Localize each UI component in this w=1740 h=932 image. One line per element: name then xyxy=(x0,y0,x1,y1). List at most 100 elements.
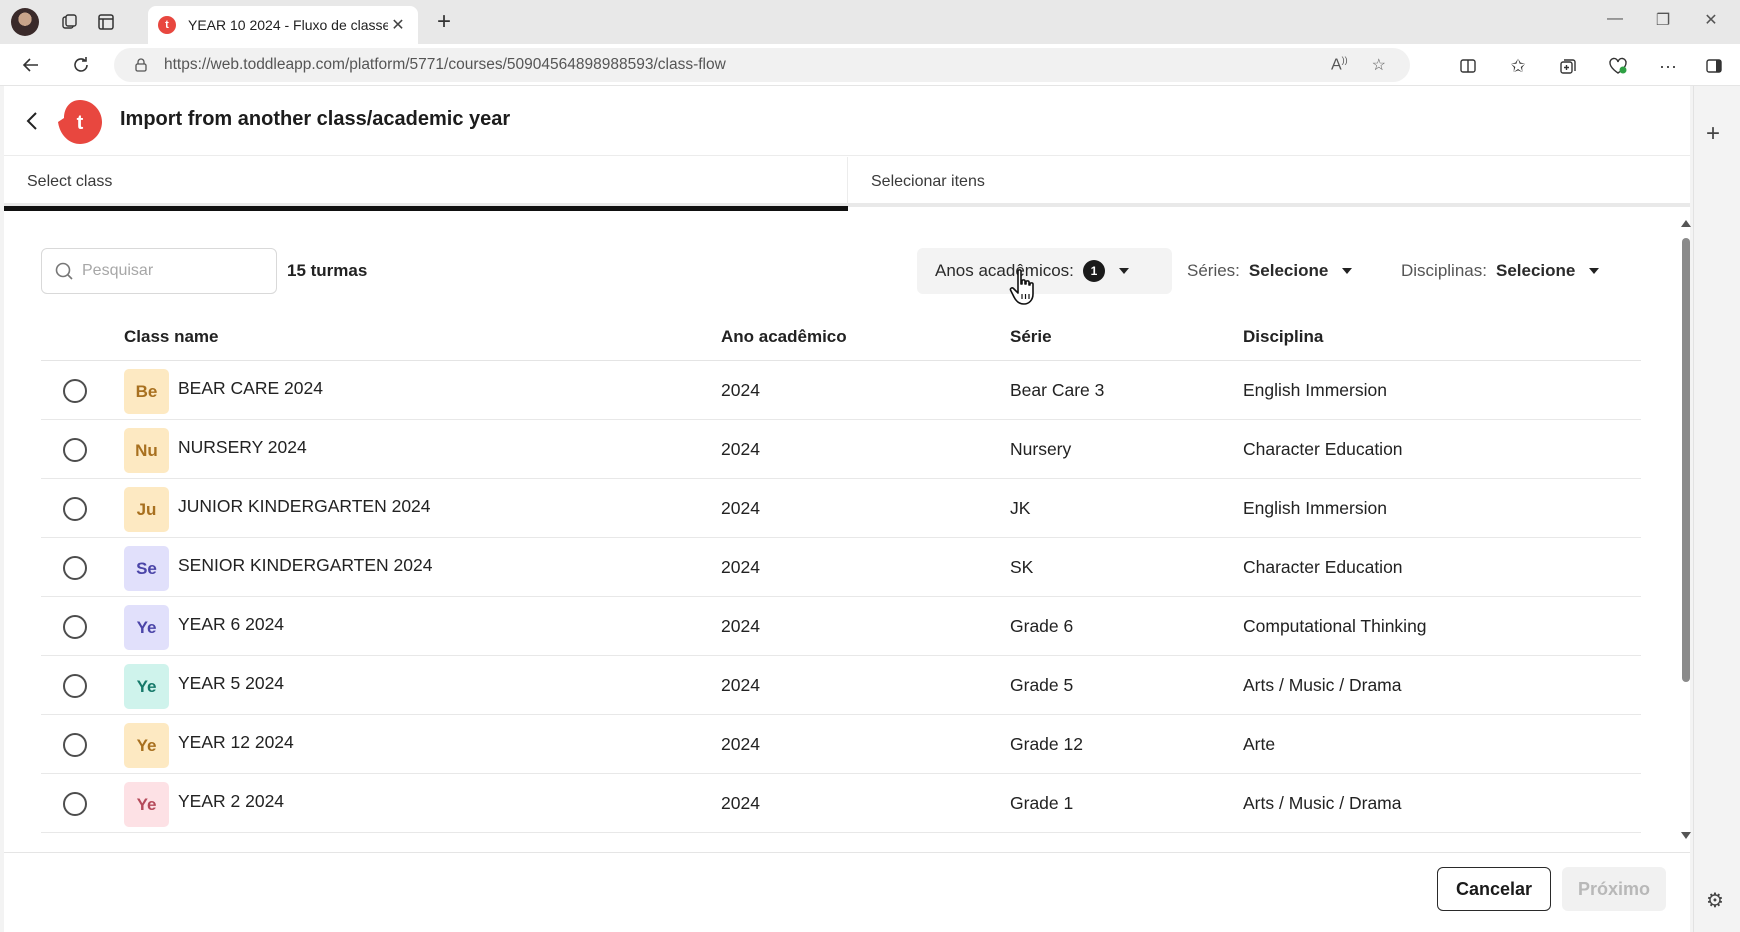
cancel-button[interactable]: Cancelar xyxy=(1437,867,1551,911)
class-avatar-tile: Be xyxy=(124,369,169,414)
step-label: Selecionar itens xyxy=(871,173,985,190)
row-select-radio[interactable] xyxy=(63,379,87,403)
row-select-radio[interactable] xyxy=(63,556,87,580)
collections-icon[interactable] xyxy=(1554,52,1582,80)
academic-year-cell: 2024 xyxy=(721,793,760,813)
sidebar-settings-gear-icon[interactable]: ⚙ xyxy=(1706,888,1724,913)
serie-cell: Grade 6 xyxy=(1010,616,1074,636)
discipline-cell: Character Education xyxy=(1243,439,1403,459)
sidebar-toggle-icon[interactable] xyxy=(1700,52,1728,80)
class-name-cell: YEAR 2 2024 xyxy=(178,791,285,811)
more-options-icon[interactable]: ··· xyxy=(1654,52,1682,80)
serie-cell: SK xyxy=(1010,557,1034,577)
tab-select-items[interactable]: Selecionar itens xyxy=(848,157,1690,207)
table-row[interactable]: Se SENIOR KINDERGARTEN 2024 2024 SK Characte… xyxy=(41,538,1641,597)
discipline-cell: Arts / Music / Drama xyxy=(1243,675,1402,695)
svg-text:t: t xyxy=(77,112,84,134)
academic-year-cell: 2024 xyxy=(721,439,760,459)
back-icon[interactable] xyxy=(16,50,46,80)
class-name-cell: YEAR 5 2024 xyxy=(178,673,285,693)
table-row[interactable]: Nu NURSERY 2024 2024 Nursery Character Educa… xyxy=(41,420,1641,479)
filter-label: Séries: xyxy=(1187,261,1240,280)
class-name-cell: NURSERY 2024 xyxy=(178,437,307,457)
url-text: https://web.toddleapp.com/platform/5771/… xyxy=(164,56,726,73)
url-bar[interactable]: https://web.toddleapp.com/platform/5771/… xyxy=(114,48,1410,82)
class-avatar-tile: Ye xyxy=(124,782,169,827)
scrollbar-thumb[interactable] xyxy=(1682,238,1690,682)
next-button[interactable]: Próximo xyxy=(1562,867,1666,911)
favorites-list-icon[interactable]: ✩ xyxy=(1504,52,1532,80)
filter-label: Disciplinas: xyxy=(1401,261,1487,280)
minimize-icon[interactable]: — xyxy=(1600,10,1630,28)
filter-count-badge: 1 xyxy=(1082,260,1105,282)
restore-icon[interactable]: ❐ xyxy=(1648,10,1678,30)
discipline-cell: English Immersion xyxy=(1243,380,1387,400)
close-window-icon[interactable]: ✕ xyxy=(1696,10,1726,30)
chevron-down-icon xyxy=(1342,268,1353,274)
class-avatar-tile: Ye xyxy=(124,605,169,650)
discipline-cell: Character Education xyxy=(1243,557,1403,577)
class-avatar-tile: Nu xyxy=(124,428,169,473)
active-step-indicator xyxy=(4,206,848,211)
toddle-logo-icon: t xyxy=(58,100,102,144)
table-row[interactable]: Ye YEAR 12 2024 2024 Grade 12 Arte xyxy=(41,715,1641,774)
row-select-radio[interactable] xyxy=(63,497,87,521)
serie-cell: JK xyxy=(1010,498,1031,518)
col-class-name: Class name xyxy=(124,327,219,346)
modal-header: t Import from another class/academic yea… xyxy=(4,86,1690,156)
class-name-cell: YEAR 12 2024 xyxy=(178,732,294,752)
browser-essentials-icon[interactable] xyxy=(1604,52,1632,80)
tab-select-class[interactable]: Select class xyxy=(4,157,848,207)
import-modal: t Import from another class/academic yea… xyxy=(4,86,1691,932)
search-box[interactable] xyxy=(41,248,277,294)
add-sidebar-app-icon[interactable]: + xyxy=(1706,120,1720,148)
hand-pointer-cursor-icon xyxy=(1009,269,1034,305)
new-tab-icon[interactable]: + xyxy=(430,8,458,36)
class-name-cell: BEAR CARE 2024 xyxy=(178,378,323,398)
row-select-radio[interactable] xyxy=(63,733,87,757)
table-header: Class name Ano acadêmico Série Disciplin… xyxy=(41,311,1641,361)
chevron-down-icon xyxy=(1118,268,1129,274)
class-name-cell: YEAR 6 2024 xyxy=(178,614,285,634)
browser-tab-active[interactable]: t YEAR 10 2024 - Fluxo de classe ✕ xyxy=(148,6,418,44)
table-row[interactable]: Ye YEAR 5 2024 2024 Grade 5 Arts / Music / D… xyxy=(41,656,1641,715)
workspaces-icon[interactable] xyxy=(56,8,84,36)
academic-year-cell: 2024 xyxy=(721,498,760,518)
modal-footer: Cancelar Próximo xyxy=(4,852,1690,932)
class-avatar-tile: Ju xyxy=(124,487,169,532)
disciplines-filter[interactable]: Disciplinas: Selecione xyxy=(1401,248,1600,294)
tab-actions-icon[interactable] xyxy=(92,8,120,36)
tab-close-icon[interactable]: ✕ xyxy=(388,15,408,35)
discipline-cell: Computational Thinking xyxy=(1243,616,1427,636)
refresh-icon[interactable] xyxy=(66,50,96,80)
class-name-cell: JUNIOR KINDERGARTEN 2024 xyxy=(178,496,431,516)
address-toolbar: https://web.toddleapp.com/platform/5771/… xyxy=(0,44,1740,86)
serie-cell: Grade 1 xyxy=(1010,793,1074,813)
row-select-radio[interactable] xyxy=(63,438,87,462)
table-row[interactable]: Ju JUNIOR KINDERGARTEN 2024 2024 JK English … xyxy=(41,479,1641,538)
chevron-down-icon xyxy=(1589,268,1600,274)
profile-avatar[interactable] xyxy=(11,8,39,36)
academic-year-cell: 2024 xyxy=(721,557,760,577)
search-input[interactable] xyxy=(82,262,262,280)
back-chevron-icon[interactable] xyxy=(20,108,46,134)
split-screen-icon[interactable] xyxy=(1454,52,1482,80)
favorite-star-icon[interactable]: ☆ xyxy=(1372,55,1386,75)
row-select-radio[interactable] xyxy=(63,674,87,698)
row-select-radio[interactable] xyxy=(63,615,87,639)
filter-value: Selecione xyxy=(1248,261,1329,280)
table-row[interactable]: Be BEAR CARE 2024 2024 Bear Care 3 English I… xyxy=(41,361,1641,420)
serie-cell: Bear Care 3 xyxy=(1010,380,1105,400)
lock-icon xyxy=(135,58,147,72)
academic-years-filter[interactable]: Anos acadêmicos: 1 xyxy=(917,248,1172,294)
table-row[interactable]: Ye YEAR 6 2024 2024 Grade 6 Computational Th… xyxy=(41,597,1641,656)
scroll-up-arrow-icon[interactable] xyxy=(1681,220,1691,227)
read-aloud-icon[interactable]: A)) xyxy=(1331,55,1348,74)
series-filter[interactable]: Séries: Selecione xyxy=(1187,248,1353,294)
serie-cell: Nursery xyxy=(1010,439,1072,459)
table-row[interactable]: Ye YEAR 2 2024 2024 Grade 1 Arts / Music / D… xyxy=(41,774,1641,833)
class-count: 15 turmas xyxy=(287,261,368,280)
scroll-down-arrow-icon[interactable] xyxy=(1681,832,1691,839)
filter-value: Selecione xyxy=(1495,261,1576,280)
row-select-radio[interactable] xyxy=(63,792,87,816)
